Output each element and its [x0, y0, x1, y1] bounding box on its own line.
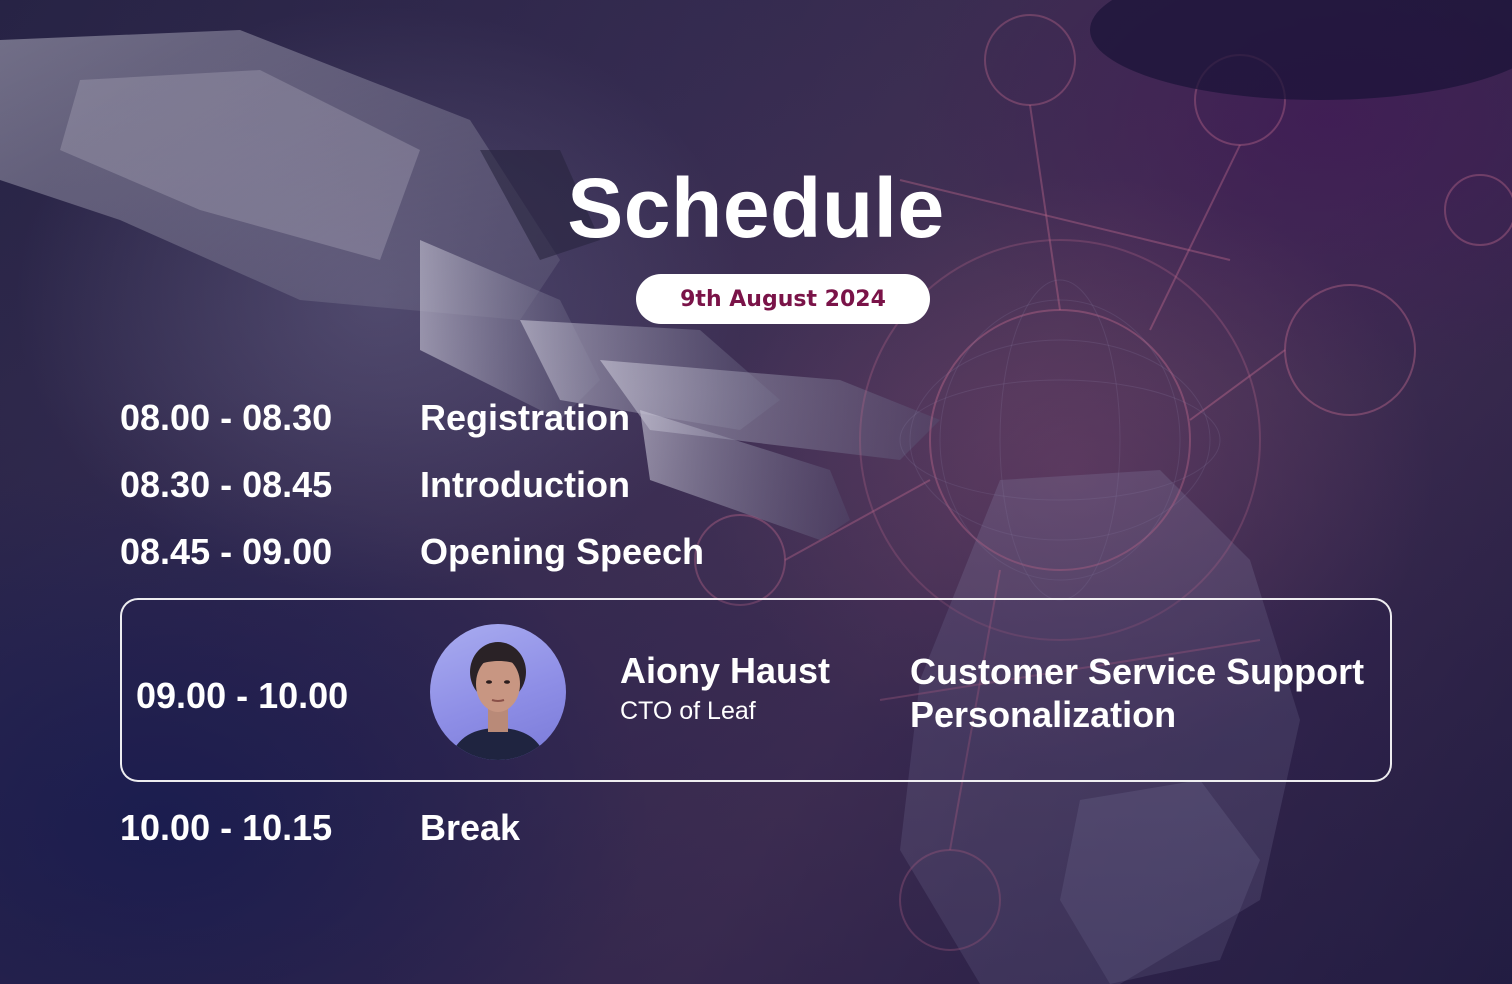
speaker-role: CTO of Leaf	[620, 697, 756, 725]
page-title: Schedule	[567, 161, 945, 255]
schedule-row: 10.00 - 10.15 Break	[120, 806, 520, 850]
schedule-time: 08.45 - 09.00	[120, 531, 333, 572]
featured-session-time: 09.00 - 10.00	[136, 675, 349, 716]
featured-session-card: 09.00 - 10.00 Aiony Haust CTO of Leaf Cu…	[120, 598, 1392, 782]
schedule-row: 08.00 - 08.30 Registration	[120, 396, 630, 440]
schedule-event: Registration	[420, 397, 631, 438]
speaker-portrait-icon	[450, 642, 546, 760]
schedule-time: 10.00 - 10.15	[120, 807, 333, 848]
speaker-name: Aiony Haust	[620, 650, 831, 691]
schedule-time: 08.00 - 08.30	[120, 397, 333, 438]
schedule-time: 08.30 - 08.45	[120, 464, 333, 505]
schedule-event: Introduction	[420, 464, 630, 505]
speaker-avatar	[430, 624, 566, 760]
session-title: Customer Service Support Personalization	[910, 651, 1365, 735]
date-badge: 9th August 2024	[636, 274, 930, 324]
schedule-row: 08.30 - 08.45 Introduction	[120, 463, 630, 507]
schedule-event: Break	[420, 807, 521, 848]
schedule-page: Schedule 9th August 2024 08.00 - 08.30 R…	[0, 0, 1512, 984]
schedule-row: 08.45 - 09.00 Opening Speech	[120, 530, 704, 574]
schedule-event: Opening Speech	[420, 531, 705, 572]
